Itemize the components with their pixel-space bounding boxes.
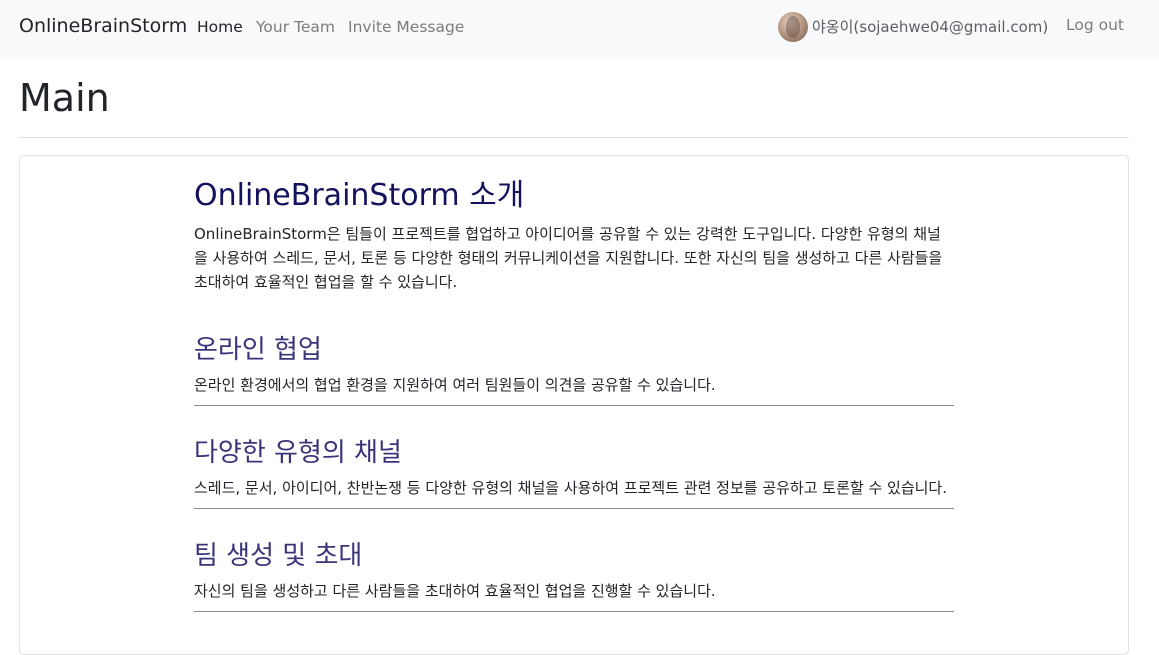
section-text: 온라인 환경에서의 협업 환경을 지원하여 여러 팀원들이 의견을 공유할 수 … <box>194 376 716 394</box>
intro-section: OnlineBrainStorm 소개 OnlineBrainStorm은 팀들… <box>194 176 954 294</box>
section-text: 스레드, 문서, 아이디어, 찬반논쟁 등 다양한 유형의 채널을 사용하여 프… <box>194 479 947 497</box>
section-divider <box>194 405 954 406</box>
logout-link[interactable]: Log out <box>1066 16 1124 34</box>
title-divider <box>19 137 1129 138</box>
top-navbar: OnlineBrainStorm Home Your Team Invite M… <box>0 0 1159 57</box>
feature-section-online-collab: 온라인 협업 온라인 환경에서의 협업 환경을 지원하여 여러 팀원들이 의견을… <box>194 332 954 406</box>
section-heading: 다양한 유형의 채널 <box>194 438 402 468</box>
section-heading: 온라인 협업 <box>194 335 322 365</box>
page-title: Main <box>19 76 110 120</box>
user-avatar[interactable] <box>778 12 808 42</box>
feature-section-channels: 다양한 유형의 채널 스레드, 문서, 아이디어, 찬반논쟁 등 다양한 유형의… <box>194 435 954 509</box>
feature-section-team: 팀 생성 및 초대 자신의 팀을 생성하고 다른 사람들을 초대하여 효율적인 … <box>194 538 954 612</box>
section-text: 자신의 팀을 생성하고 다른 사람들을 초대하여 효율적인 협업을 진행할 수 … <box>194 582 716 600</box>
intro-text: OnlineBrainStorm은 팀들이 프로젝트를 협업하고 아이디어를 공… <box>194 225 943 291</box>
user-name-email[interactable]: 야옹이(sojaehwe04@gmail.com) <box>812 16 1048 37</box>
intro-heading: OnlineBrainStorm 소개 <box>194 178 525 213</box>
nav-link-your-team[interactable]: Your Team <box>256 18 335 36</box>
section-divider <box>194 508 954 509</box>
nav-link-invite-message[interactable]: Invite Message <box>348 18 464 36</box>
nav-link-home[interactable]: Home <box>197 18 243 36</box>
brand-link[interactable]: OnlineBrainStorm <box>19 15 187 37</box>
section-heading: 팀 생성 및 초대 <box>194 541 363 571</box>
section-divider <box>194 611 954 612</box>
